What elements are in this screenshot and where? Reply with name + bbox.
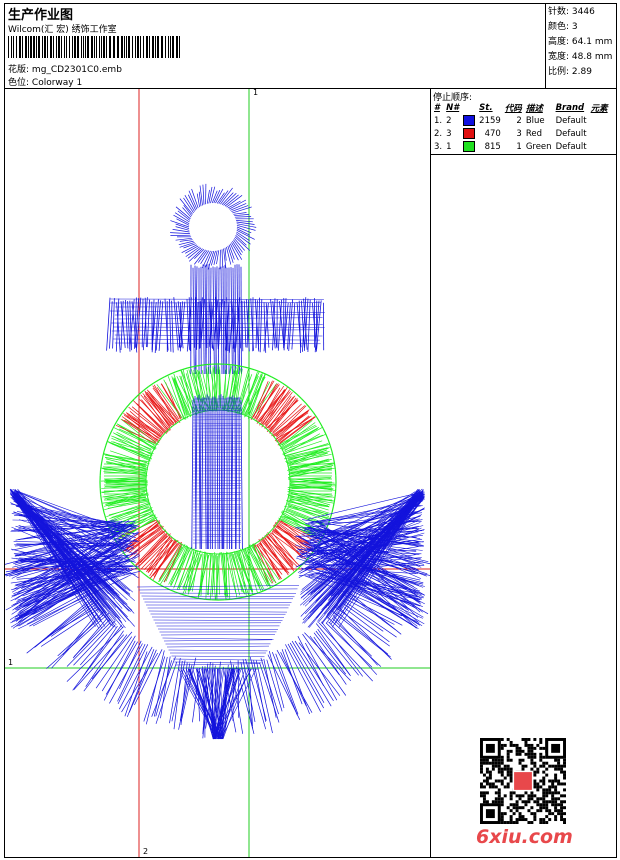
- anchor-lifebuoy-design: [5, 183, 430, 740]
- stop-sequence-table: # N# St. 代码 描述 Brand 元素 1. 2 2159 2 Blue De…: [432, 101, 610, 153]
- stat-stitches: 针数: 3446: [548, 7, 595, 17]
- design-file-label: 花版:: [8, 65, 30, 75]
- colorway-row: 色位: Colorway 1: [8, 75, 82, 88]
- col-swatch: [461, 101, 477, 114]
- color-swatch: [463, 128, 476, 139]
- table-divider: [430, 154, 617, 155]
- watermark: 6xiu.com: [476, 826, 573, 848]
- col-code: 代码: [504, 103, 522, 114]
- design-file-name: mg_CD2301C0.emb: [31, 65, 122, 75]
- column-divider: [430, 88, 431, 858]
- stat-width: 宽度: 48.8 mm: [548, 52, 613, 62]
- col-element: 元素: [590, 103, 608, 114]
- axis-label-top: 1: [253, 88, 259, 97]
- axis-label-left: 1: [8, 658, 14, 667]
- col-stitches: St.: [479, 102, 493, 113]
- stat-height: 高度: 64.1 mm: [548, 37, 613, 47]
- design-file-row: 花版: mg_CD2301C0.emb: [8, 62, 122, 75]
- table-header-row: # N# St. 代码 描述 Brand 元素: [432, 101, 610, 114]
- table-row: 2. 3 470 3 Red Default: [434, 128, 587, 139]
- axis-label-bottom: 2: [143, 847, 149, 856]
- col-index: #: [434, 102, 440, 113]
- barcode: [8, 36, 180, 58]
- stat-scale: 比例: 2.89: [548, 67, 592, 77]
- page-title: 生产作业图: [8, 8, 74, 23]
- col-description: 描述: [525, 103, 543, 114]
- table-row: 1. 2 2159 2 Blue Default: [434, 115, 587, 126]
- stat-colors: 颜色: 3: [548, 22, 578, 32]
- colorway-label: 色位:: [8, 78, 30, 88]
- company-name: Wilcom(汇 宏) 绣饰工作室: [8, 25, 117, 35]
- qr-code: [480, 738, 566, 824]
- stats-divider: [545, 3, 546, 88]
- color-swatch: [463, 141, 476, 152]
- colorway-value: Colorway 1: [31, 78, 83, 88]
- table-row: 3. 1 815 1 Green Default: [434, 141, 587, 152]
- col-brand: Brand: [555, 102, 585, 113]
- design-stats: 针数: 3446 颜色: 3 高度: 64.1 mm 宽度: 48.8 mm 比…: [548, 5, 612, 80]
- embroidery-preview: [5, 89, 430, 857]
- col-needle: N#: [446, 102, 460, 113]
- color-swatch: [463, 115, 476, 126]
